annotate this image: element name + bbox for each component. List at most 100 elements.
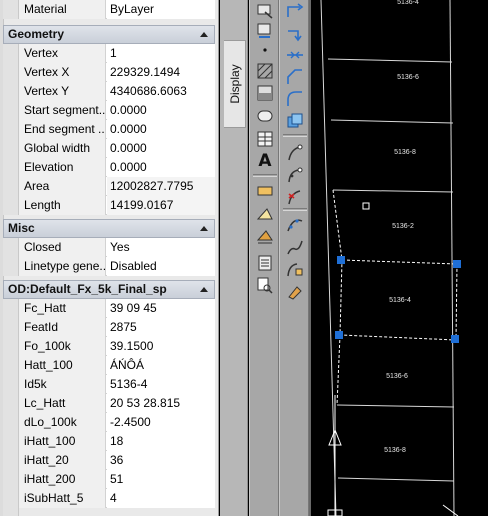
collapse-caret-icon[interactable] — [200, 226, 208, 231]
tab-display[interactable]: Display — [224, 40, 246, 128]
property-row[interactable]: FeatId 2875 — [19, 318, 215, 337]
rotate-icon[interactable] — [283, 22, 307, 44]
toolbar-separator — [283, 208, 307, 211]
attribute-icon[interactable] — [253, 180, 277, 202]
property-value[interactable]: 0.0000 — [107, 139, 215, 158]
property-value[interactable]: 39.1500 — [107, 337, 215, 356]
property-row-material[interactable]: Material ByLayer — [19, 0, 215, 19]
property-label: FeatId — [19, 318, 106, 337]
drawing-canvas[interactable]: 5136-4 5136-6 5136-8 5136-2 5136-4 5136-… — [311, 0, 488, 516]
grip-square[interactable] — [453, 260, 461, 268]
property-value[interactable]: Yes — [107, 238, 215, 257]
property-row[interactable]: Linetype gene... Disabled — [19, 257, 215, 276]
3d-ops-icon[interactable] — [283, 110, 307, 132]
blend-icon[interactable] — [283, 236, 307, 258]
property-value[interactable]: 5136-4 — [107, 375, 215, 394]
property-value[interactable]: 36 — [107, 451, 215, 470]
revcloud-icon[interactable] — [253, 225, 277, 247]
sheet-label: 5136-4 — [389, 297, 411, 304]
property-row[interactable]: Fo_100k 39.1500 — [19, 337, 215, 356]
row-indent — [3, 0, 19, 19]
section-header-misc[interactable]: Misc — [3, 219, 215, 238]
property-row[interactable]: Length 14199.0167 — [19, 196, 215, 215]
property-row[interactable]: Fc_Hatt 39 09 45 — [19, 299, 215, 318]
collapse-caret-icon[interactable] — [200, 32, 208, 37]
property-row[interactable]: Closed Yes — [19, 238, 215, 257]
property-row[interactable]: Elevation 0.0000 — [19, 158, 215, 177]
table-icon[interactable] — [253, 128, 277, 150]
row-indent — [3, 299, 19, 516]
property-row[interactable]: dLo_100k -2.4500 — [19, 413, 215, 432]
property-row[interactable]: Start segment... 0.0000 — [19, 101, 215, 120]
property-label: iSubHatt_5 — [19, 489, 106, 508]
property-row[interactable]: Hatt_100 ÁŃÔÁ — [19, 356, 215, 375]
collapse-caret-icon[interactable] — [200, 287, 208, 292]
section-header-object-data[interactable]: OD:Default_Fx_5k_Final_sp — [3, 280, 215, 299]
toolbar-separator — [253, 174, 277, 177]
property-value[interactable]: -2.4500 — [107, 413, 215, 432]
property-row[interactable]: End segment ... 0.0000 — [19, 120, 215, 139]
property-label: Fc_Hatt — [19, 299, 106, 318]
draw-toolbar: A — [249, 0, 279, 516]
property-value[interactable]: 51 — [107, 470, 215, 489]
row-indent — [3, 238, 19, 276]
property-value[interactable]: 18 — [107, 432, 215, 451]
property-value[interactable]: 2875 — [107, 318, 215, 337]
section-header-geometry[interactable]: Geometry — [3, 25, 215, 44]
grip-square[interactable] — [337, 256, 345, 264]
region-icon[interactable] — [253, 105, 277, 127]
fillet-icon[interactable] — [283, 88, 307, 110]
hatch-icon[interactable] — [253, 60, 277, 82]
break-icon[interactable] — [283, 142, 307, 164]
multiline-text-icon[interactable]: A — [253, 150, 277, 172]
property-row[interactable]: Lc_Hatt 20 53 28.815 — [19, 394, 215, 413]
property-value[interactable]: 0.0000 — [107, 120, 215, 139]
property-value[interactable]: 4 — [107, 489, 215, 508]
property-label: Vertex X — [19, 63, 106, 82]
edit-polyline-icon[interactable] — [283, 258, 307, 280]
property-label: iHatt_20 — [19, 451, 106, 470]
wipeout-icon[interactable] — [253, 202, 277, 224]
sheet-label: 5136-6 — [386, 373, 408, 380]
property-row[interactable]: iHatt_200 51 — [19, 470, 215, 489]
grip-square[interactable] — [451, 335, 459, 343]
grip-square[interactable] — [335, 331, 343, 339]
table-arrow-icon[interactable] — [253, 0, 277, 22]
property-value[interactable]: 4340686.6063 — [107, 82, 215, 101]
join-icon[interactable] — [283, 164, 307, 186]
stretch-icon[interactable] — [283, 44, 307, 66]
property-value[interactable]: 0.0000 — [107, 158, 215, 177]
move-icon[interactable] — [283, 1, 307, 23]
paint-icon[interactable] — [283, 280, 307, 302]
property-label: Global width — [19, 139, 106, 158]
property-row[interactable]: Area 12002827.7795 — [19, 177, 215, 196]
property-value[interactable]: Disabled — [107, 257, 215, 276]
property-value[interactable]: ByLayer — [107, 0, 215, 19]
property-row[interactable]: Vertex X 229329.1494 — [19, 63, 215, 82]
modify-toolbar — [279, 0, 309, 516]
explode-icon[interactable] — [283, 186, 307, 208]
gradient-icon[interactable] — [253, 82, 277, 104]
measure-icon[interactable] — [253, 274, 277, 296]
property-label: Area — [19, 177, 106, 196]
property-row[interactable]: iHatt_20 36 — [19, 451, 215, 470]
layout-icon[interactable] — [253, 252, 277, 274]
property-row[interactable]: Vertex 1 — [19, 44, 215, 63]
chamfer-icon[interactable] — [283, 66, 307, 88]
property-label: Vertex Y — [19, 82, 106, 101]
property-value[interactable]: 39 09 45 — [107, 299, 215, 318]
spline-edit-icon[interactable] — [283, 214, 307, 236]
property-row[interactable]: iSubHatt_5 4 — [19, 489, 215, 508]
section-title: Misc — [8, 221, 35, 235]
point-icon[interactable] — [253, 39, 277, 61]
property-value[interactable]: 1 — [107, 44, 215, 63]
property-row[interactable]: Global width 0.0000 — [19, 139, 215, 158]
property-value[interactable]: ÁŃÔÁ — [107, 356, 215, 375]
property-value[interactable]: 229329.1494 — [107, 63, 215, 82]
tab-display-label: Display — [227, 64, 242, 104]
property-row[interactable]: Vertex Y 4340686.6063 — [19, 82, 215, 101]
property-row[interactable]: iHatt_100 18 — [19, 432, 215, 451]
property-value[interactable]: 0.0000 — [107, 101, 215, 120]
property-row[interactable]: Id5k 5136-4 — [19, 375, 215, 394]
property-value[interactable]: 20 53 28.815 — [107, 394, 215, 413]
